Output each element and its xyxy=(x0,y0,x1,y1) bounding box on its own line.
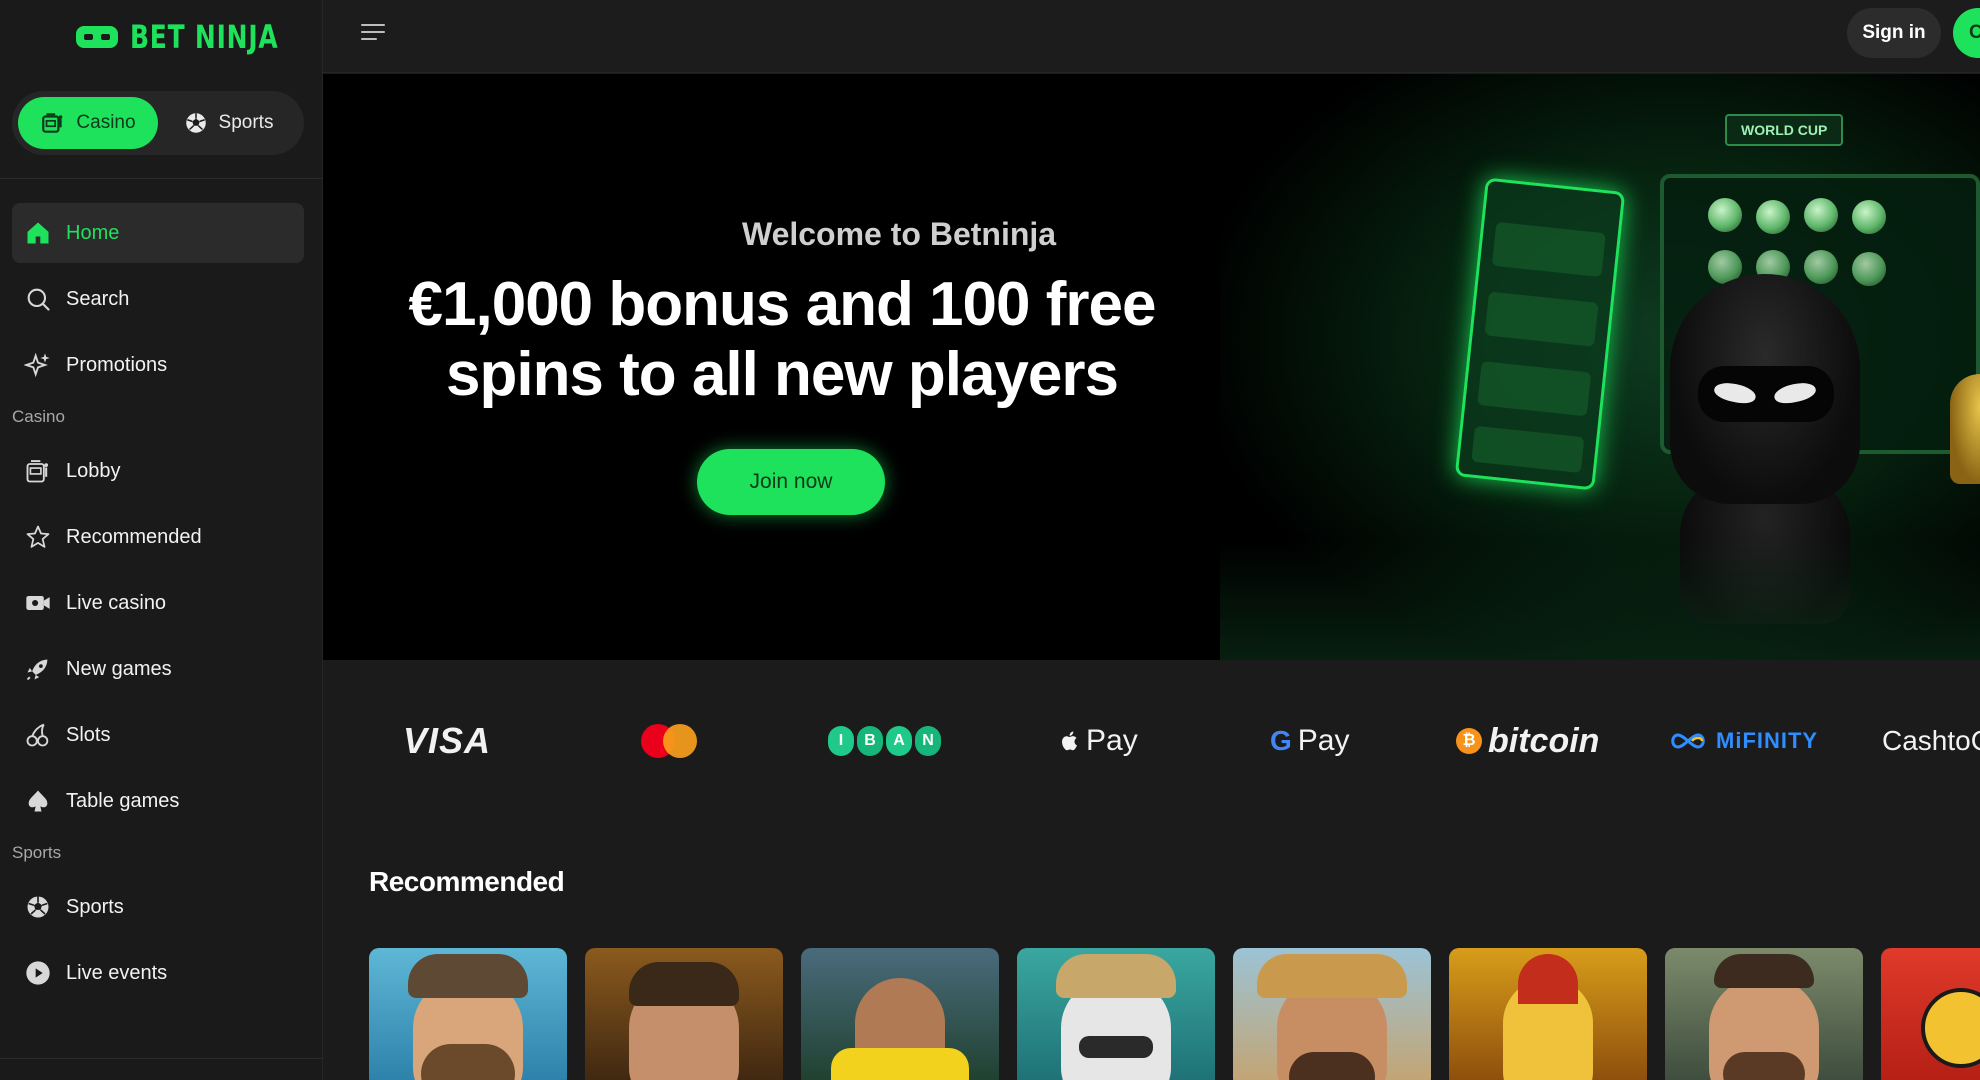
trophy-icon xyxy=(1950,374,1980,484)
sidebar-divider xyxy=(0,178,323,179)
soccer-ball-icon xyxy=(27,896,49,918)
play-circle-icon xyxy=(26,961,50,985)
hero-title-line: €1,000 bonus and 100 free xyxy=(408,270,1157,339)
join-now-button[interactable]: Join now xyxy=(697,449,885,515)
iban-logo: I B A N xyxy=(828,718,941,764)
sidebar-item-new-games[interactable]: New games xyxy=(12,639,304,699)
sidebar-item-label: Slots xyxy=(66,723,111,746)
hero-banner: WORLD CUP Welcome to Betninja €1,000 bon… xyxy=(323,74,1980,660)
app-root: BET NINJA Casino Sports Home Search Prom… xyxy=(0,0,1980,1080)
visa-logo: VISA xyxy=(403,720,492,761)
bitcoin-label: bitcoin xyxy=(1488,721,1600,760)
game-tile[interactable] xyxy=(1449,948,1647,1080)
sports-tab-label: Sports xyxy=(218,112,274,133)
ninja-character xyxy=(1670,274,1860,504)
sidebar-item-label: Table games xyxy=(66,789,180,812)
sidebar-item-search[interactable]: Search xyxy=(12,269,304,329)
sidebar-item-live-casino[interactable]: Live casino xyxy=(12,573,304,633)
brand-name: BET NINJA xyxy=(130,18,279,56)
soccer-ball-icon xyxy=(185,113,206,133)
sports-section-label: Sports xyxy=(12,843,62,862)
casino-section-label: Casino xyxy=(12,407,65,426)
hero-title: €1,000 bonus and 100 free spins to all n… xyxy=(387,270,1177,410)
rocket-icon xyxy=(26,659,48,681)
sidebar: BET NINJA Casino Sports Home Search Prom… xyxy=(0,0,323,1080)
game-tile[interactable] xyxy=(1233,948,1431,1080)
sidebar-nav: Home Search Promotions Casino Lobby Reco… xyxy=(12,203,304,1009)
sports-tab[interactable]: Sports xyxy=(158,97,298,149)
sidebar-item-sports[interactable]: Sports xyxy=(12,877,304,937)
google-pay-label: Pay xyxy=(1297,724,1350,757)
hero-title-line: spins to all new players xyxy=(445,340,1119,409)
casino-tab-label: Casino xyxy=(76,112,136,133)
sidebar-item-label: Sports xyxy=(66,895,124,918)
cherries-icon xyxy=(26,723,49,747)
apple-icon xyxy=(1062,731,1077,751)
sidebar-item-label: Search xyxy=(66,287,130,310)
casino-sports-switch: Casino Sports xyxy=(12,91,304,155)
bitcoin-logo: ₿ bitcoin xyxy=(1456,718,1599,764)
search-icon xyxy=(27,288,50,311)
sidebar-item-label: Home xyxy=(66,221,120,244)
hero-ninja-illustration: WORLD CUP xyxy=(1220,74,1980,660)
infinity-icon xyxy=(1671,733,1705,749)
world-cup-sign: WORLD CUP xyxy=(1725,114,1844,146)
slot-machine-icon xyxy=(42,113,63,133)
google-g-icon: G xyxy=(1270,725,1292,756)
sidebar-item-home[interactable]: Home xyxy=(12,203,304,263)
hero-subtitle: Welcome to Betninja xyxy=(741,216,1057,252)
sparkles-icon xyxy=(24,352,50,378)
sidebar-item-recommended[interactable]: Recommended xyxy=(12,507,304,567)
sidebar-item-slots[interactable]: Slots xyxy=(12,705,304,765)
game-tile[interactable] xyxy=(1881,948,1980,1080)
sidebar-item-label: New games xyxy=(66,657,172,680)
casino-tab[interactable]: Casino xyxy=(18,97,158,149)
game-tile[interactable] xyxy=(1665,948,1863,1080)
mifinity-logo: MiFINITY xyxy=(1668,718,1818,764)
slot-machine-icon xyxy=(26,460,49,483)
sign-in-button[interactable]: Sign in xyxy=(1847,8,1941,58)
sidebar-item-label: Recommended xyxy=(66,525,202,548)
sidebar-item-lobby[interactable]: Lobby xyxy=(12,441,304,501)
iban-letter: A xyxy=(886,726,912,756)
cashtocode-logo: CashtoC xyxy=(1882,725,1980,756)
game-tile[interactable] xyxy=(801,948,999,1080)
game-tile[interactable] xyxy=(585,948,783,1080)
shoe-shelf xyxy=(1454,177,1626,491)
google-pay-logo: G Pay xyxy=(1270,718,1349,764)
top-bar: Sign in C xyxy=(323,0,1980,73)
sidebar-item-label: Live casino xyxy=(66,591,167,614)
mifinity-label: MiFINITY xyxy=(1716,728,1819,753)
sidebar-item-label: Lobby xyxy=(66,459,121,482)
menu-toggle-icon[interactable] xyxy=(361,24,387,46)
iban-letter: B xyxy=(857,726,883,756)
mastercard-logo xyxy=(641,718,697,764)
sidebar-item-label: Live events xyxy=(66,961,168,984)
apple-pay-label: Pay xyxy=(1086,724,1138,757)
spade-icon xyxy=(28,790,48,812)
ninja-mask-icon xyxy=(76,26,118,48)
sidebar-item-live-events[interactable]: Live events xyxy=(12,943,304,1003)
iban-letter: I xyxy=(828,726,854,756)
sidebar-item-table-games[interactable]: Table games xyxy=(12,771,304,831)
home-icon xyxy=(27,222,49,244)
star-icon xyxy=(26,525,50,548)
register-button[interactable]: C xyxy=(1953,8,1980,58)
apple-pay-logo: Pay xyxy=(1058,718,1138,764)
game-tile[interactable] xyxy=(1017,948,1215,1080)
brand-logo[interactable]: BET NINJA xyxy=(76,18,320,56)
iban-letter: N xyxy=(915,726,941,756)
sidebar-item-label: Promotions xyxy=(66,353,168,376)
sidebar-item-promotions[interactable]: Promotions xyxy=(12,335,304,395)
bitcoin-coin-icon: ₿ xyxy=(1456,728,1482,754)
payment-methods-strip: VISA I B A N Pay G Pay ₿ bitcoin MiFINIT… xyxy=(323,660,1980,822)
recommended-section-title: Recommended xyxy=(369,866,565,897)
game-tile[interactable] xyxy=(369,948,567,1080)
sidebar-divider xyxy=(0,1058,323,1059)
video-camera-icon xyxy=(26,596,50,610)
